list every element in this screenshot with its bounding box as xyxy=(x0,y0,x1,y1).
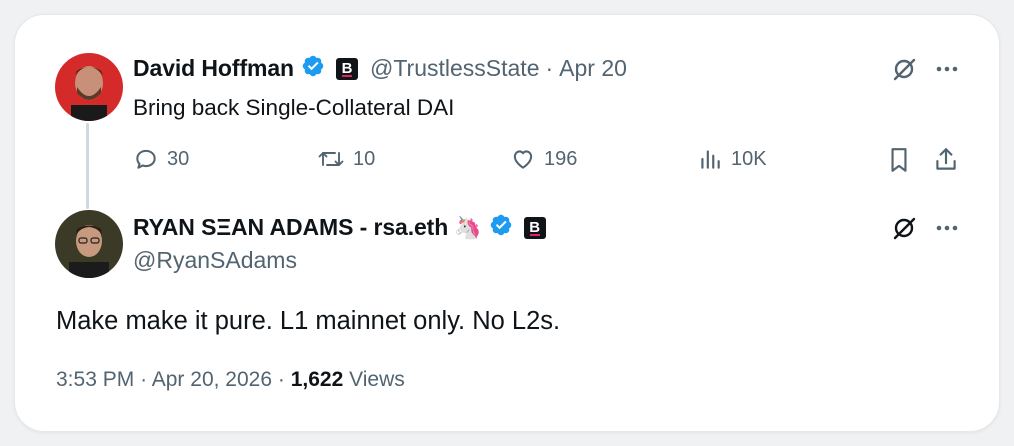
unicorn-emoji: 🦄 xyxy=(454,214,482,240)
heart-icon xyxy=(510,146,536,172)
bookmark-button[interactable] xyxy=(886,146,912,174)
verified-badge-icon xyxy=(301,54,325,83)
thread-connector-line xyxy=(86,123,89,209)
separator-dot: · xyxy=(277,368,285,391)
share-button[interactable] xyxy=(933,146,959,174)
author-name[interactable]: RYAN SΞAN ADAMS - rsa.eth xyxy=(133,214,448,241)
tweet-date[interactable]: Apr 20, 2026 xyxy=(152,368,272,391)
verified-badge-icon xyxy=(489,213,513,242)
views-count: 10K xyxy=(731,147,767,170)
like-count: 196 xyxy=(544,147,578,170)
views-count: 1,622 xyxy=(290,368,344,391)
more-options-icon[interactable] xyxy=(935,224,959,232)
main-tweet-text: Make make it pure. L1 mainnet only. No L… xyxy=(56,307,561,335)
tweet-card: David Hoffman B @TrustlessState · Apr 20… xyxy=(14,14,1000,432)
tweet-time[interactable]: 3:53 PM xyxy=(56,368,134,391)
reply-button[interactable]: 30 xyxy=(133,146,189,172)
grok-icon[interactable] xyxy=(891,215,917,241)
views-button[interactable]: 10K xyxy=(697,146,767,172)
affiliate-badge-icon: B xyxy=(523,216,546,239)
author-name[interactable]: David Hoffman xyxy=(133,55,294,82)
grok-icon[interactable] xyxy=(891,56,917,82)
repost-icon xyxy=(317,146,345,172)
more-options-icon[interactable] xyxy=(935,65,959,73)
views-label: Views xyxy=(349,368,405,391)
reply-count: 30 xyxy=(167,147,190,170)
separator-dot: · xyxy=(545,55,554,81)
tweet-meta: 3:53 PM · Apr 20, 2026 · 1,622 Views xyxy=(56,368,405,392)
affiliate-badge-icon: B xyxy=(336,57,358,80)
bookmark-icon xyxy=(886,146,912,174)
author-handle[interactable]: @TrustlessState xyxy=(370,55,540,82)
author-handle[interactable]: @RyanSAdams xyxy=(133,247,297,274)
avatar-david-hoffman[interactable] xyxy=(55,53,123,121)
share-icon xyxy=(933,146,959,174)
repost-count: 10 xyxy=(353,147,376,170)
parent-tweet-text: Bring back Single-Collateral DAI xyxy=(133,95,455,120)
reply-icon xyxy=(133,146,159,172)
tweet-date[interactable]: Apr 20 xyxy=(559,55,627,82)
separator-dot: · xyxy=(140,368,148,391)
analytics-bars-icon xyxy=(697,146,723,172)
avatar-ryan-sean-adams[interactable] xyxy=(55,210,123,278)
repost-button[interactable]: 10 xyxy=(317,146,375,172)
like-button[interactable]: 196 xyxy=(510,146,577,172)
